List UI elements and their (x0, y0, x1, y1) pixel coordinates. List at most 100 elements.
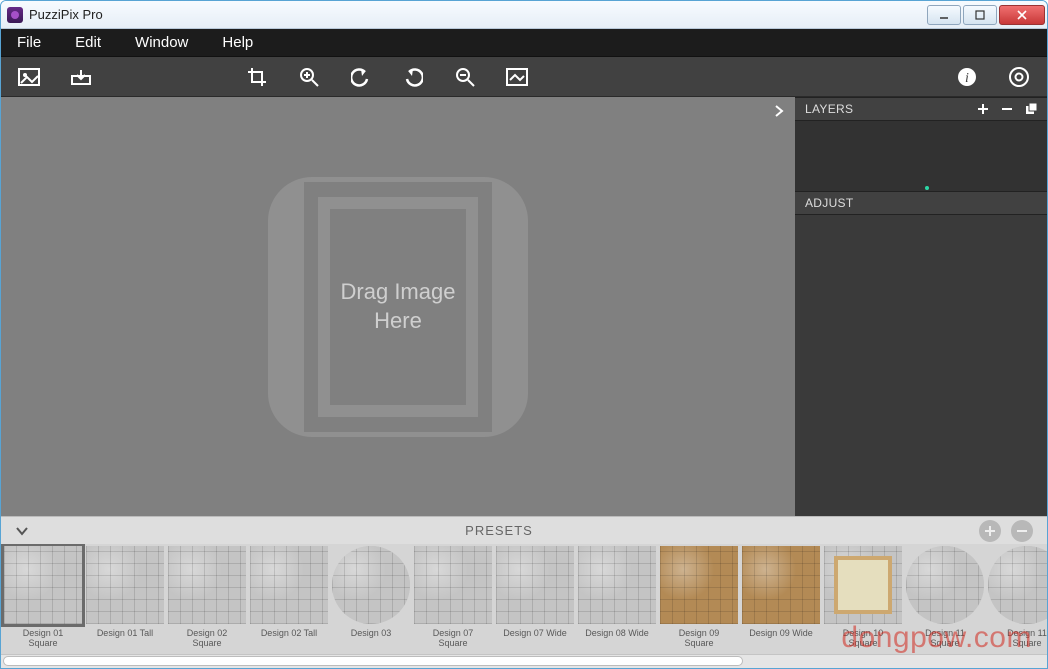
puzzle-texture (168, 546, 246, 624)
preset-thumb[interactable]: Design 11 Square (905, 546, 985, 650)
undo-icon (351, 67, 371, 87)
preset-thumb-image (250, 546, 328, 624)
preset-thumb[interactable]: Design 03 (331, 546, 411, 650)
layers-panel-body (795, 121, 1047, 191)
add-layer-button[interactable] (977, 103, 989, 115)
menu-edit[interactable]: Edit (67, 32, 109, 53)
preset-thumb[interactable]: Design 09 Square (659, 546, 739, 650)
menu-bar: File Edit Window Help (1, 29, 1047, 57)
maximize-button[interactable] (963, 5, 997, 25)
gear-icon (1009, 67, 1029, 87)
menu-help[interactable]: Help (214, 32, 261, 53)
preset-thumb[interactable]: Design 08 Wide (577, 546, 657, 650)
preset-thumb-image (86, 546, 164, 624)
preset-thumb[interactable]: Design 02 Tall (249, 546, 329, 650)
tool-bar: i (1, 57, 1047, 97)
crop-button[interactable] (243, 63, 271, 91)
preset-thumb-image (168, 546, 246, 624)
preset-thumb-image (414, 546, 492, 624)
undo-button[interactable] (347, 63, 375, 91)
collapse-panels-button[interactable] (769, 101, 789, 121)
image-drop-target[interactable]: Drag Image Here (268, 177, 528, 437)
puzzle-texture (660, 546, 738, 624)
menu-file[interactable]: File (9, 32, 49, 53)
drop-hint-text: Drag Image Here (341, 278, 456, 335)
preset-thumb[interactable]: Design 10 Square (823, 546, 903, 650)
save-button[interactable] (67, 63, 95, 91)
zoom-out-button[interactable] (451, 63, 479, 91)
layers-panel-header: LAYERS (795, 97, 1047, 121)
inbox-download-icon (70, 68, 92, 86)
puzzle-texture (414, 546, 492, 624)
preset-thumb-label: Design 11 Square (925, 628, 965, 650)
preset-thumb-label: Design 07 Square (433, 628, 474, 650)
presets-scrollbar[interactable] (1, 654, 1047, 668)
puzzle-texture (824, 546, 902, 624)
preset-thumb-image (824, 546, 902, 624)
window-title: PuzziPix Pro (29, 7, 925, 22)
side-panels: LAYERS ADJUST (795, 97, 1047, 516)
preset-thumb-label: Design 08 Wide (585, 628, 649, 650)
settings-button[interactable] (1005, 63, 1033, 91)
app-window: PuzziPix Pro File Edit Window Help (0, 0, 1048, 669)
puzzle-texture (906, 546, 984, 624)
info-button[interactable]: i (953, 63, 981, 91)
duplicate-layer-button[interactable] (1025, 103, 1037, 115)
minimize-icon (939, 10, 949, 20)
info-icon: i (957, 67, 977, 87)
preset-thumb[interactable]: Design 01 Tall (85, 546, 165, 650)
preset-thumb-label: Design 07 Wide (503, 628, 567, 650)
preset-thumb-label: Design 09 Wide (749, 628, 813, 650)
plus-icon (977, 103, 989, 115)
puzzle-texture (496, 546, 574, 624)
preset-thumb-label: Design 09 Square (679, 628, 720, 650)
preset-thumb-image (660, 546, 738, 624)
zoom-in-button[interactable] (295, 63, 323, 91)
scrollbar-thumb[interactable] (3, 656, 743, 666)
preset-thumb[interactable]: Design 11 Square (987, 546, 1047, 650)
panel-divider-handle[interactable] (925, 186, 929, 190)
drop-frame-inner: Drag Image Here (318, 197, 478, 417)
preset-thumb-label: Design 01 Square (23, 628, 64, 650)
preset-thumb-image (906, 546, 984, 624)
add-preset-button[interactable] (979, 520, 1001, 542)
puzzle-texture (4, 546, 82, 624)
drop-frame-outer: Drag Image Here (304, 182, 492, 432)
remove-layer-button[interactable] (1001, 103, 1013, 115)
zoom-in-icon (299, 67, 319, 87)
zoom-out-icon (455, 67, 475, 87)
minus-icon (1016, 525, 1028, 537)
chevron-down-icon (15, 524, 29, 538)
chevron-right-icon (773, 105, 785, 117)
menu-window[interactable]: Window (127, 32, 196, 53)
fit-screen-button[interactable] (503, 63, 531, 91)
preset-thumb[interactable]: Design 07 Square (413, 546, 493, 650)
redo-button[interactable] (399, 63, 427, 91)
open-image-button[interactable] (15, 63, 43, 91)
crop-icon (247, 67, 267, 87)
presets-collapse-button[interactable] (15, 524, 29, 538)
remove-preset-button[interactable] (1011, 520, 1033, 542)
title-bar: PuzziPix Pro (1, 1, 1047, 29)
puzzle-texture (988, 546, 1047, 624)
adjust-title: ADJUST (805, 196, 853, 210)
puzzle-texture (332, 546, 410, 624)
preset-thumb[interactable]: Design 09 Wide (741, 546, 821, 650)
preset-thumb-image (496, 546, 574, 624)
minimize-button[interactable] (927, 5, 961, 25)
preset-thumb-label: Design 10 Square (843, 628, 884, 650)
close-button[interactable] (999, 5, 1045, 25)
content-row: Drag Image Here LAYERS (1, 97, 1047, 516)
preset-thumb[interactable]: Design 02 Square (167, 546, 247, 650)
presets-title: PRESETS (29, 523, 969, 538)
svg-text:i: i (965, 71, 969, 86)
preset-thumb-label: Design 02 Square (187, 628, 228, 650)
preset-thumb-image (4, 546, 82, 624)
image-icon (18, 68, 40, 86)
duplicate-icon (1025, 103, 1037, 115)
preset-thumb[interactable]: Design 07 Wide (495, 546, 575, 650)
canvas-area[interactable]: Drag Image Here (1, 97, 795, 516)
layers-title: LAYERS (805, 102, 853, 116)
preset-thumb[interactable]: Design 01 Square (3, 546, 83, 650)
redo-icon (403, 67, 423, 87)
